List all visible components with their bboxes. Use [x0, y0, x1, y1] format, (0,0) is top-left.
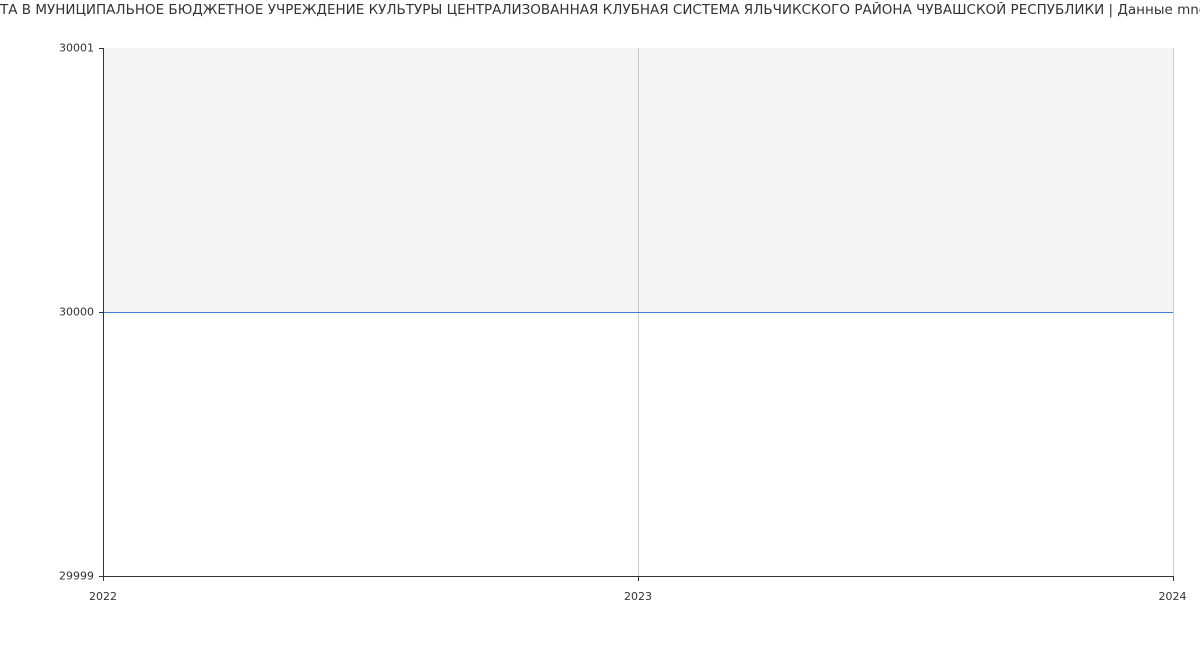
y-tick-mark [99, 48, 103, 49]
x-tick-label: 2022 [89, 590, 117, 603]
chart-title: ТА В МУНИЦИПАЛЬНОЕ БЮДЖЕТНОЕ УЧРЕЖДЕНИЕ … [0, 2, 1200, 18]
y-tick-label: 29999 [59, 570, 94, 583]
y-tick-label: 30001 [59, 42, 94, 55]
y-tick-mark [99, 312, 103, 313]
data-line [103, 312, 1173, 313]
y-tick-label: 30000 [59, 306, 94, 319]
x-tick-mark [103, 576, 104, 581]
y-axis-line [103, 48, 104, 576]
x-tick-mark [1173, 576, 1174, 581]
x-tick-mark [638, 576, 639, 581]
x-tick-label: 2024 [1159, 590, 1187, 603]
x-tick-label: 2023 [624, 590, 652, 603]
chart-container: ТА В МУНИЦИПАЛЬНОЕ БЮДЖЕТНОЕ УЧРЕЖДЕНИЕ … [0, 0, 1200, 650]
